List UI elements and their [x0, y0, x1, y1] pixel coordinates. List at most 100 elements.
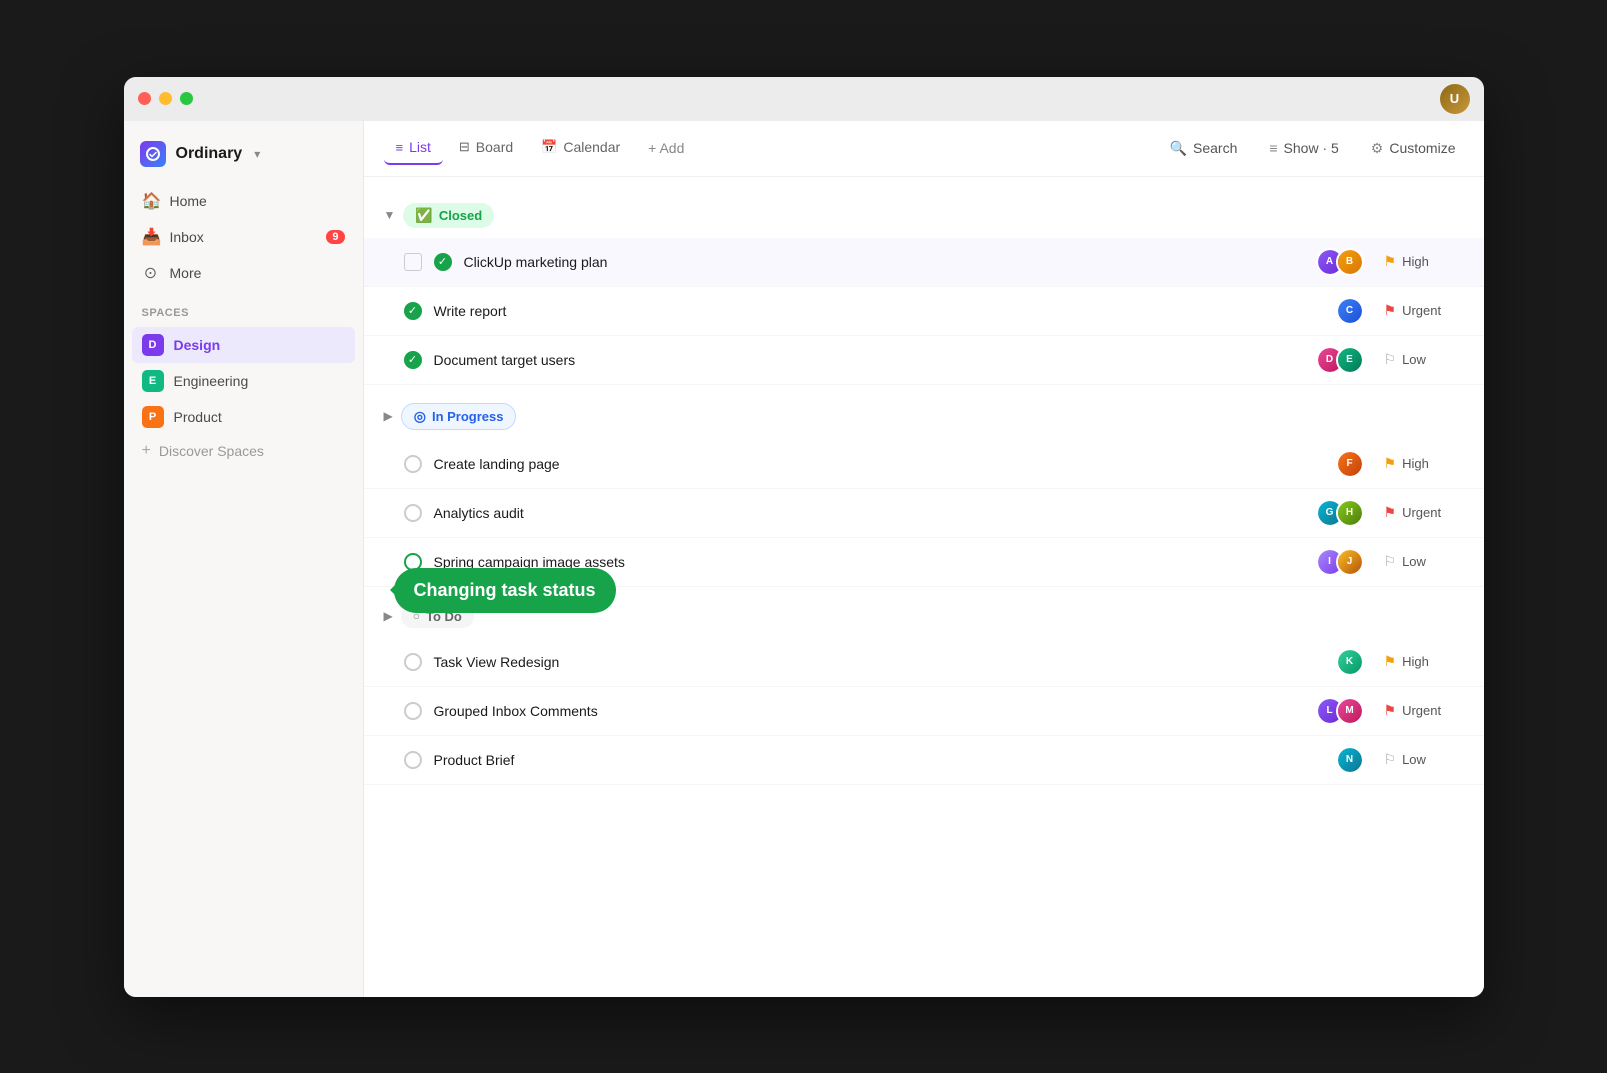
- table-row[interactable]: ⠿ ✓ ClickUp marketing plan A B ⚑: [364, 238, 1484, 287]
- main-tabs: ≡ List ⊟ Board 📅 Calendar + Add: [384, 131, 697, 165]
- low-flag-icon: ⚐: [1384, 553, 1397, 570]
- main-panel: ≡ List ⊟ Board 📅 Calendar + Add: [364, 121, 1484, 997]
- table-row[interactable]: Analytics audit G H ⚑ Urgent: [364, 489, 1484, 538]
- customize-button[interactable]: ⚙ Customize: [1363, 134, 1464, 163]
- table-row[interactable]: ✓ Document target users D E ⚐ Low: [364, 336, 1484, 385]
- sidebar: Ordinary ▾ 🏠 Home 📥 Inbox 9 ⊙ More: [124, 121, 364, 997]
- closed-check-icon: ✅: [415, 207, 432, 224]
- sidebar-item-home-label: Home: [170, 193, 207, 209]
- section-closed-header[interactable]: ▼ ✅ Closed: [364, 193, 1484, 238]
- task-status-icon[interactable]: [404, 455, 422, 473]
- avatar: M: [1336, 697, 1364, 725]
- user-avatar[interactable]: U: [1440, 84, 1470, 114]
- priority-badge: ⚑ Urgent: [1384, 504, 1464, 521]
- table-row[interactable]: Grouped Inbox Comments L M ⚑ Urgent: [364, 687, 1484, 736]
- discover-spaces-button[interactable]: + Discover Spaces: [132, 435, 355, 467]
- inbox-icon: 📥: [142, 227, 160, 247]
- add-view-button[interactable]: + Add: [636, 132, 696, 164]
- task-assignees: I J: [1316, 548, 1364, 576]
- tab-board[interactable]: ⊟ Board: [447, 131, 525, 165]
- customize-icon: ⚙: [1371, 140, 1384, 157]
- sidebar-item-more[interactable]: ⊙ More: [132, 255, 355, 291]
- traffic-lights: [138, 92, 193, 105]
- minimize-button[interactable]: [159, 92, 172, 105]
- priority-badge: ⚐ Low: [1384, 553, 1464, 570]
- maximize-button[interactable]: [180, 92, 193, 105]
- table-row[interactable]: Product Brief N ⚐ Low: [364, 736, 1484, 785]
- show-button[interactable]: ≡ Show · 5: [1261, 134, 1346, 162]
- header-actions: 🔍 Search ≡ Show · 5 ⚙ Customize: [1162, 134, 1464, 163]
- task-name: Write report: [434, 303, 1336, 319]
- search-label: Search: [1193, 140, 1237, 156]
- table-row[interactable]: Spring campaign image assets I J ⚐ Low C…: [364, 538, 1484, 587]
- priority-badge: ⚑ Urgent: [1384, 302, 1464, 319]
- discover-spaces-label: Discover Spaces: [159, 443, 264, 459]
- design-label: Design: [174, 337, 221, 353]
- task-name: Spring campaign image assets: [434, 554, 1316, 570]
- table-row[interactable]: ✓ Write report C ⚑ Urgent: [364, 287, 1484, 336]
- priority-badge: ⚑ High: [1384, 653, 1464, 670]
- tab-list-label: List: [409, 139, 431, 155]
- tab-calendar-label: Calendar: [563, 139, 620, 155]
- task-status-icon[interactable]: [404, 751, 422, 769]
- product-dot: P: [142, 406, 164, 428]
- main-header: ≡ List ⊟ Board 📅 Calendar + Add: [364, 121, 1484, 177]
- sidebar-item-home[interactable]: 🏠 Home: [132, 183, 355, 219]
- tab-list[interactable]: ≡ List: [384, 131, 443, 165]
- closed-chevron-icon: ▼: [384, 208, 396, 222]
- priority-label: High: [1402, 654, 1429, 669]
- avatar: C: [1336, 297, 1364, 325]
- task-name: Grouped Inbox Comments: [434, 703, 1316, 719]
- task-status-icon[interactable]: [404, 653, 422, 671]
- sidebar-item-engineering[interactable]: E Engineering: [132, 363, 355, 399]
- sidebar-item-more-label: More: [170, 265, 202, 281]
- table-row[interactable]: Create landing page F ⚑ High: [364, 440, 1484, 489]
- row-select-checkbox[interactable]: [404, 253, 422, 271]
- avatar: K: [1336, 648, 1364, 676]
- inbox-badge: 9: [326, 230, 344, 244]
- add-view-label: + Add: [648, 140, 684, 156]
- inprogress-chevron-icon: ▶: [384, 409, 393, 423]
- customize-label: Customize: [1389, 140, 1455, 156]
- task-assignees: A B: [1316, 248, 1364, 276]
- low-flag-icon: ⚐: [1384, 351, 1397, 368]
- spaces-section: Spaces D Design E Engineering P Product …: [124, 291, 363, 471]
- task-status-icon[interactable]: ✓: [404, 351, 422, 369]
- more-icon: ⊙: [142, 263, 160, 283]
- inprogress-status-badge: ◎ In Progress: [401, 403, 517, 430]
- task-name: Document target users: [434, 352, 1316, 368]
- brand-logo[interactable]: Ordinary ▾: [124, 133, 363, 183]
- priority-label: Low: [1402, 554, 1426, 569]
- closed-label: Closed: [439, 208, 482, 223]
- task-status-icon[interactable]: ✓: [434, 253, 452, 271]
- section-todo-header[interactable]: ▶ ○ To Do: [364, 595, 1484, 638]
- close-button[interactable]: [138, 92, 151, 105]
- brand-chevron-icon: ▾: [254, 147, 260, 161]
- tab-calendar[interactable]: 📅 Calendar: [529, 131, 632, 165]
- task-assignees: G H: [1316, 499, 1364, 527]
- todo-chevron-icon: ▶: [384, 609, 393, 623]
- priority-label: High: [1402, 456, 1429, 471]
- priority-label: Urgent: [1402, 703, 1441, 718]
- section-inprogress-header[interactable]: ▶ ◎ In Progress: [364, 393, 1484, 440]
- task-name: Analytics audit: [434, 505, 1316, 521]
- avatar: N: [1336, 746, 1364, 774]
- sidebar-item-design[interactable]: D Design: [132, 327, 355, 363]
- priority-label: High: [1402, 254, 1429, 269]
- inprogress-label: In Progress: [432, 409, 504, 424]
- inprogress-circle-icon: ◎: [414, 408, 426, 425]
- sidebar-item-product[interactable]: P Product: [132, 399, 355, 435]
- task-name: ClickUp marketing plan: [464, 254, 1316, 270]
- sidebar-item-inbox[interactable]: 📥 Inbox 9: [132, 219, 355, 255]
- task-assignees: D E: [1316, 346, 1364, 374]
- table-row[interactable]: Task View Redesign K ⚑ High: [364, 638, 1484, 687]
- task-name: Product Brief: [434, 752, 1336, 768]
- task-status-icon[interactable]: [404, 504, 422, 522]
- task-status-icon[interactable]: [404, 553, 422, 571]
- closed-status-badge: ✅ Closed: [403, 203, 494, 228]
- task-status-icon[interactable]: ✓: [404, 302, 422, 320]
- task-status-icon[interactable]: [404, 702, 422, 720]
- search-button[interactable]: 🔍 Search: [1162, 134, 1246, 163]
- engineering-label: Engineering: [174, 373, 249, 389]
- avatar: H: [1336, 499, 1364, 527]
